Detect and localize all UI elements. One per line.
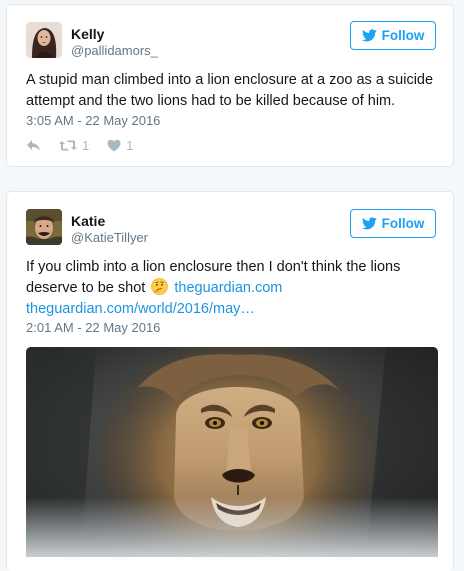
article-link[interactable]: theguardian.com/world/2016/may… [26,301,255,317]
lion-photo[interactable] [26,347,438,557]
retweet-count: 1 [82,137,90,153]
display-name[interactable]: Kelly [71,25,104,43]
timestamp[interactable]: 3:05 AM - 22 May 2016 [26,113,160,129]
tweet-card-katie: Katie @KatieTillyer Follow If you climb … [6,191,454,571]
username[interactable]: @KatieTillyer [71,229,148,246]
display-name[interactable]: Katie [71,212,105,230]
heart-icon [107,139,121,151]
twitter-bird-icon [361,29,377,42]
avatar[interactable] [26,209,62,245]
follow-label: Follow [381,216,425,231]
tweet-card-kelly: Kelly @pallidamors_ Follow A stupid man … [6,4,454,167]
follow-label: Follow [381,28,425,43]
like-button[interactable]: 1 [107,138,133,153]
thinking-face-emoji [151,278,169,295]
tweet-text: If you climb into a lion enclosure then … [26,257,436,320]
follow-button[interactable]: Follow [350,21,436,50]
retweet-button[interactable]: 1 [59,138,89,153]
tweet-actions: 1 1 [26,136,151,154]
timestamp[interactable]: 2:01 AM - 22 May 2016 [26,320,160,336]
reply-icon [27,139,40,151]
like-count: 1 [126,137,134,153]
link-domain[interactable]: theguardian.com [174,280,282,296]
avatar[interactable] [26,22,62,58]
reply-button[interactable] [26,139,41,152]
username[interactable]: @pallidamors_ [71,42,158,59]
tweet-text: A stupid man climbed into a lion enclosu… [26,72,434,109]
twitter-bird-icon [361,217,377,230]
follow-button[interactable]: Follow [350,209,436,238]
retweet-icon [59,140,77,150]
